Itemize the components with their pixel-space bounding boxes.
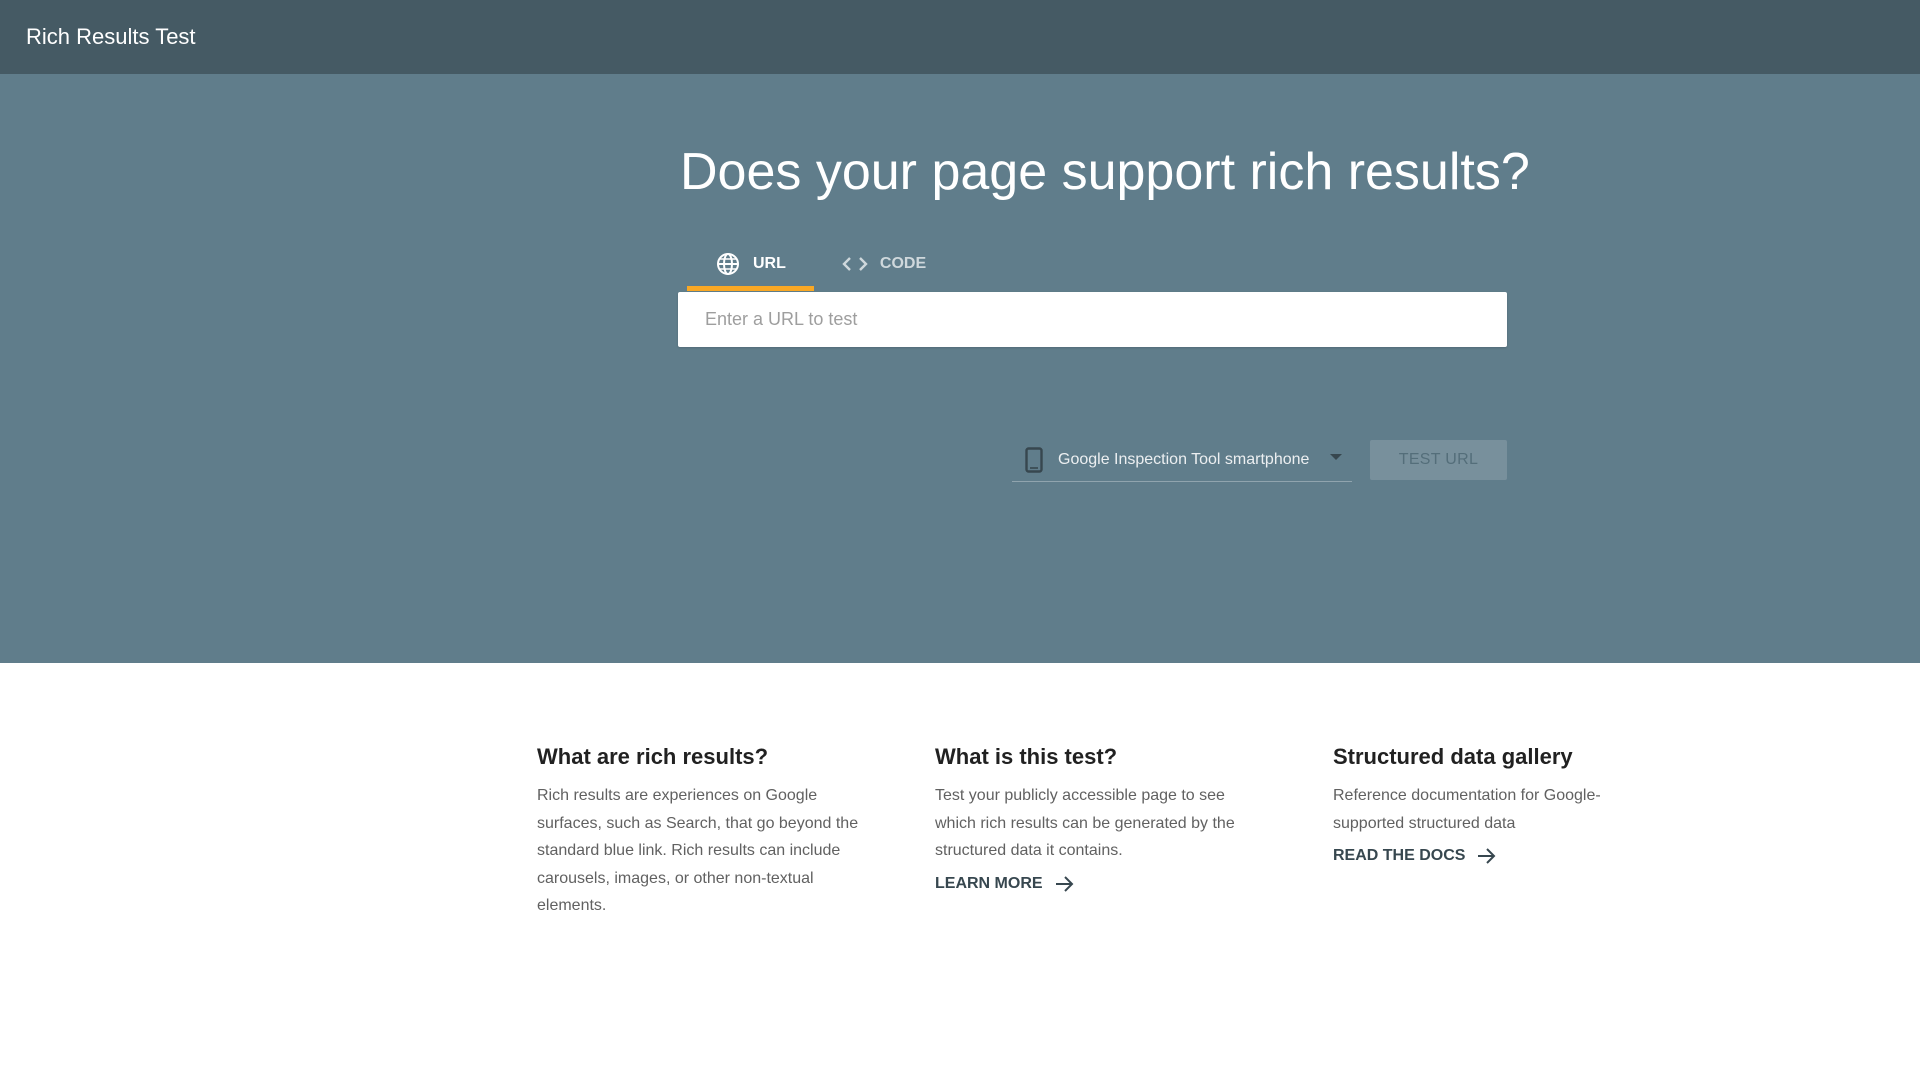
top-app-bar: Rich Results Test — [0, 0, 1920, 74]
read-the-docs-link[interactable]: READ THE DOCS — [1333, 847, 1497, 865]
info-body: Rich results are experiences on Google s… — [537, 787, 859, 914]
chevron-down-icon — [1330, 454, 1342, 460]
info-structured-data-gallery: Structured data gallery Reference docume… — [1333, 744, 1633, 865]
info-rich-results: What are rich results? Rich results are … — [537, 744, 867, 920]
globe-icon — [715, 251, 741, 277]
page-headline: Does your page support rich results? — [680, 143, 1530, 201]
smartphone-icon — [1022, 446, 1046, 474]
info-body: Reference documentation for Google-suppo… — [1333, 787, 1601, 832]
info-title: What is this test? — [935, 744, 1118, 769]
tab-url[interactable]: URL — [687, 237, 814, 291]
learn-more-link[interactable]: LEARN MORE — [935, 875, 1075, 893]
tab-code-label: CODE — [879, 255, 927, 272]
url-input[interactable] — [678, 292, 1507, 347]
read-the-docs-label: READ THE DOCS — [1333, 847, 1466, 864]
info-body: Test your publicly accessible page to se… — [935, 787, 1235, 859]
app-title: Rich Results Test — [26, 24, 196, 49]
arrow-right-icon — [1055, 875, 1075, 893]
user-agent-selected: Google Inspection Tool smartphone — [1058, 450, 1310, 468]
arrow-right-icon — [1477, 847, 1497, 865]
test-url-button[interactable]: TEST URL — [1370, 440, 1507, 480]
tab-url-label: URL — [753, 255, 786, 272]
code-icon — [842, 251, 868, 277]
learn-more-label: LEARN MORE — [935, 874, 1043, 892]
info-title: Structured data gallery — [1333, 744, 1573, 769]
info-title: What are rich results? — [537, 744, 769, 769]
tab-code[interactable]: CODE — [814, 237, 954, 291]
info-this-test: What is this test? Test your publicly ac… — [935, 744, 1265, 893]
input-mode-tabs: URL CODE — [687, 237, 954, 291]
user-agent-select[interactable]: Google Inspection Tool smartphone — [1012, 438, 1352, 482]
